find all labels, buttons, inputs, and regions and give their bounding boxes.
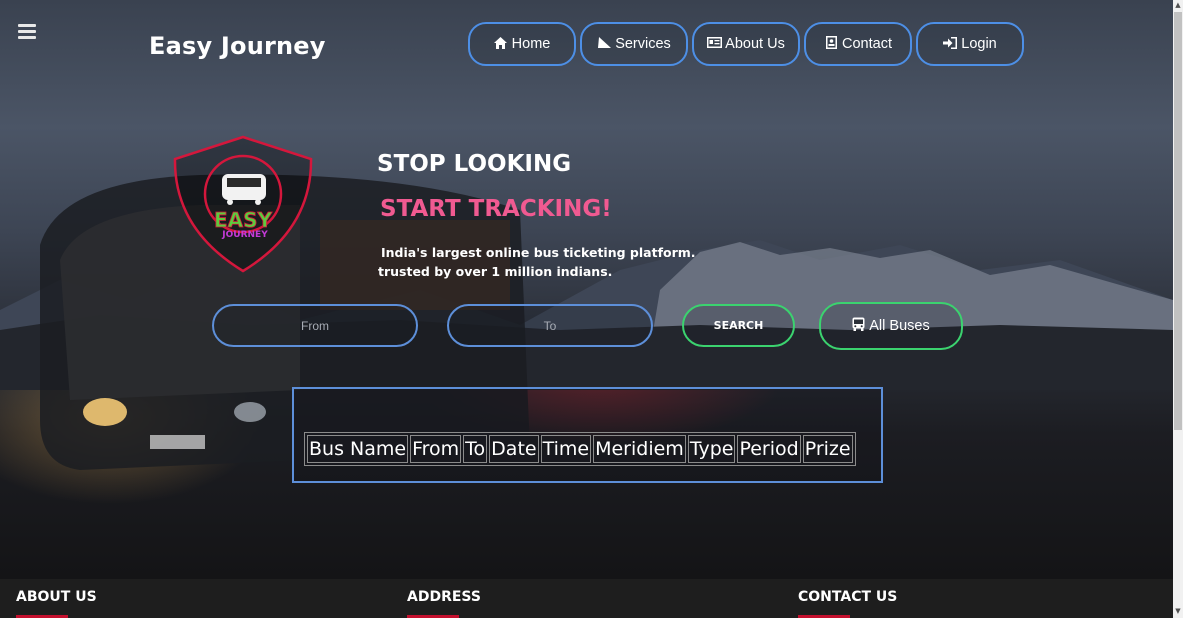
- logo-text-journey: JOURNEY: [221, 230, 268, 240]
- id-card-icon: [707, 37, 723, 51]
- all-buses-button[interactable]: All Buses: [819, 302, 963, 350]
- footer-contact-column: CONTACT US: [798, 589, 898, 618]
- footer-address-column: ADDRESS: [407, 589, 481, 618]
- bus-results-panel: Bus Name From To Date Time Meridiem Type…: [292, 387, 883, 483]
- column-header-time: Time: [540, 435, 592, 463]
- column-header-meridiem: Meridiem: [593, 435, 686, 463]
- scroll-down-arrow-icon[interactable]: ▼: [1173, 606, 1183, 616]
- nav-contact-label: Contact: [842, 36, 892, 52]
- search-button-label: SEARCH: [713, 319, 764, 332]
- column-header-to: To: [463, 435, 488, 463]
- from-input[interactable]: [212, 304, 418, 347]
- table-header-row: Bus Name From To Date Time Meridiem Type…: [307, 435, 853, 463]
- nav-about-button[interactable]: About Us: [692, 22, 800, 66]
- logo-text-easy: EASY: [214, 208, 273, 232]
- nav-services-label: Services: [615, 36, 671, 52]
- headline-primary: STOP LOOKING: [377, 151, 572, 177]
- nav-home-button[interactable]: Home: [468, 22, 576, 66]
- column-header-date: Date: [489, 435, 539, 463]
- column-header-type: Type: [687, 435, 736, 463]
- column-header-period: Period: [737, 435, 801, 463]
- tagline-line-2: trusted by over 1 million indians.: [378, 264, 613, 279]
- nav-contact-button[interactable]: Contact: [804, 22, 912, 66]
- footer-about-title: ABOUT US: [16, 589, 97, 605]
- footer-address-title: ADDRESS: [407, 589, 481, 605]
- scrollbar-thumb[interactable]: [1174, 12, 1182, 430]
- all-buses-label: All Buses: [869, 318, 930, 334]
- bus-results-table: Bus Name From To Date Time Meridiem Type…: [304, 432, 856, 466]
- tagline-line-1: India's largest online bus ticketing pla…: [381, 245, 696, 260]
- menu-icon[interactable]: [18, 24, 36, 40]
- nav-login-label: Login: [961, 36, 997, 52]
- login-icon: [943, 36, 958, 52]
- bus-icon: [852, 317, 865, 335]
- services-icon: [597, 37, 611, 51]
- footer-about-column: ABOUT US: [16, 589, 97, 618]
- nav-home-label: Home: [511, 36, 551, 52]
- footer-contact-title: CONTACT US: [798, 589, 898, 605]
- easy-journey-logo: EASY JOURNEY: [173, 135, 313, 273]
- column-header-prize: Prize: [802, 435, 853, 463]
- brand-title[interactable]: Easy Journey: [149, 32, 326, 60]
- hero-section: [0, 0, 1173, 579]
- top-nav: Home Services About Us Contact Login: [468, 22, 1024, 66]
- to-input[interactable]: [447, 304, 653, 347]
- search-button[interactable]: SEARCH: [682, 304, 795, 347]
- column-header-bus-name: Bus Name: [307, 435, 409, 463]
- contact-icon: [824, 36, 838, 52]
- footer: ABOUT US ADDRESS CONTACT US: [0, 579, 1173, 618]
- nav-about-label: About Us: [725, 36, 785, 52]
- nav-login-button[interactable]: Login: [916, 22, 1024, 66]
- nav-services-button[interactable]: Services: [580, 22, 688, 66]
- home-icon: [494, 36, 508, 52]
- column-header-from: From: [410, 435, 462, 463]
- headline-secondary: START TRACKING!: [380, 196, 612, 222]
- page-scrollbar[interactable]: ▲ ▼: [1173, 0, 1183, 618]
- scroll-up-arrow-icon[interactable]: ▲: [1173, 0, 1183, 10]
